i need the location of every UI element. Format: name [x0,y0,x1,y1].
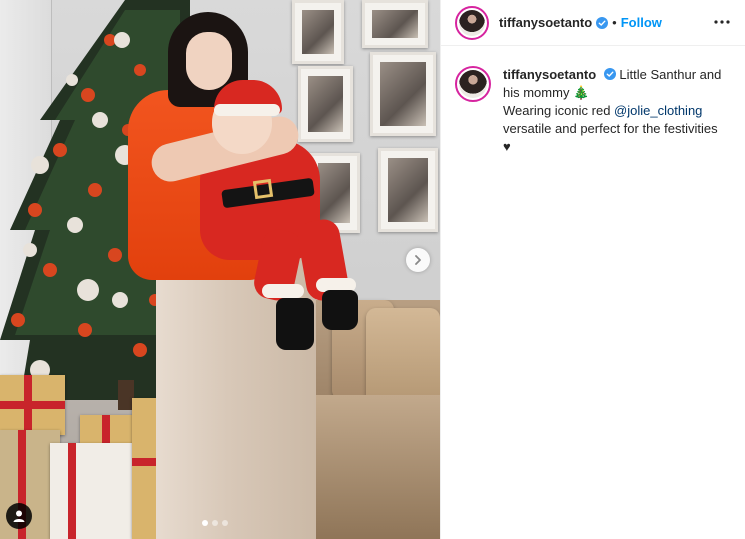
caption-username[interactable]: tiffanysoetanto [503,67,596,82]
wall-frame [378,148,438,232]
baby-boot [276,298,314,350]
tagged-users-button[interactable] [6,503,32,529]
follow-button[interactable]: Follow [621,15,662,30]
belt-buckle [252,178,274,200]
verified-badge-icon [596,16,609,29]
mention-link[interactable]: @jolie_clothing [614,103,702,118]
avatar[interactable] [455,5,489,40]
sofa-seat [300,395,440,539]
more-options-button[interactable] [712,12,732,32]
user-tag-icon [13,510,25,522]
gift-box [0,375,65,435]
woman-face [186,32,232,90]
baby-cuff [262,284,304,298]
post-photo[interactable] [0,0,440,539]
caption-text: tiffanysoetanto Little Santhur and his m… [503,66,733,156]
verified-badge-icon [603,68,616,80]
post-side-panel: tiffanysoetanto • Follow tiffanysoetanto… [440,0,745,539]
caption-line2: Wearing iconic red [503,103,615,118]
heart-emoji: ♥ [503,139,511,154]
wall-frame [298,66,353,142]
santa-hat-trim [214,104,280,116]
gift-box [80,415,135,445]
christmas-tree-emoji: 🎄 [573,85,590,100]
carousel-indicator [202,520,228,526]
wall-frame [292,0,344,64]
wall-frame [370,52,436,136]
caption-line3: versatile and perfect for the festivitie… [503,121,718,136]
carousel-next-button[interactable] [406,248,430,272]
wall-frame [362,0,428,48]
chevron-right-icon [415,255,421,265]
gift-box [50,443,134,539]
header-separator: • [612,15,617,30]
ellipsis-icon [714,20,730,24]
carousel-dot [222,520,228,526]
header-username[interactable]: tiffanysoetanto [499,15,592,30]
post-header: tiffanysoetanto • Follow [441,0,745,46]
caption-avatar[interactable] [455,66,491,102]
post-caption: tiffanysoetanto Little Santhur and his m… [455,66,740,156]
carousel-dot [212,520,218,526]
carousel-dot [202,520,208,526]
baby-boot [322,290,358,330]
